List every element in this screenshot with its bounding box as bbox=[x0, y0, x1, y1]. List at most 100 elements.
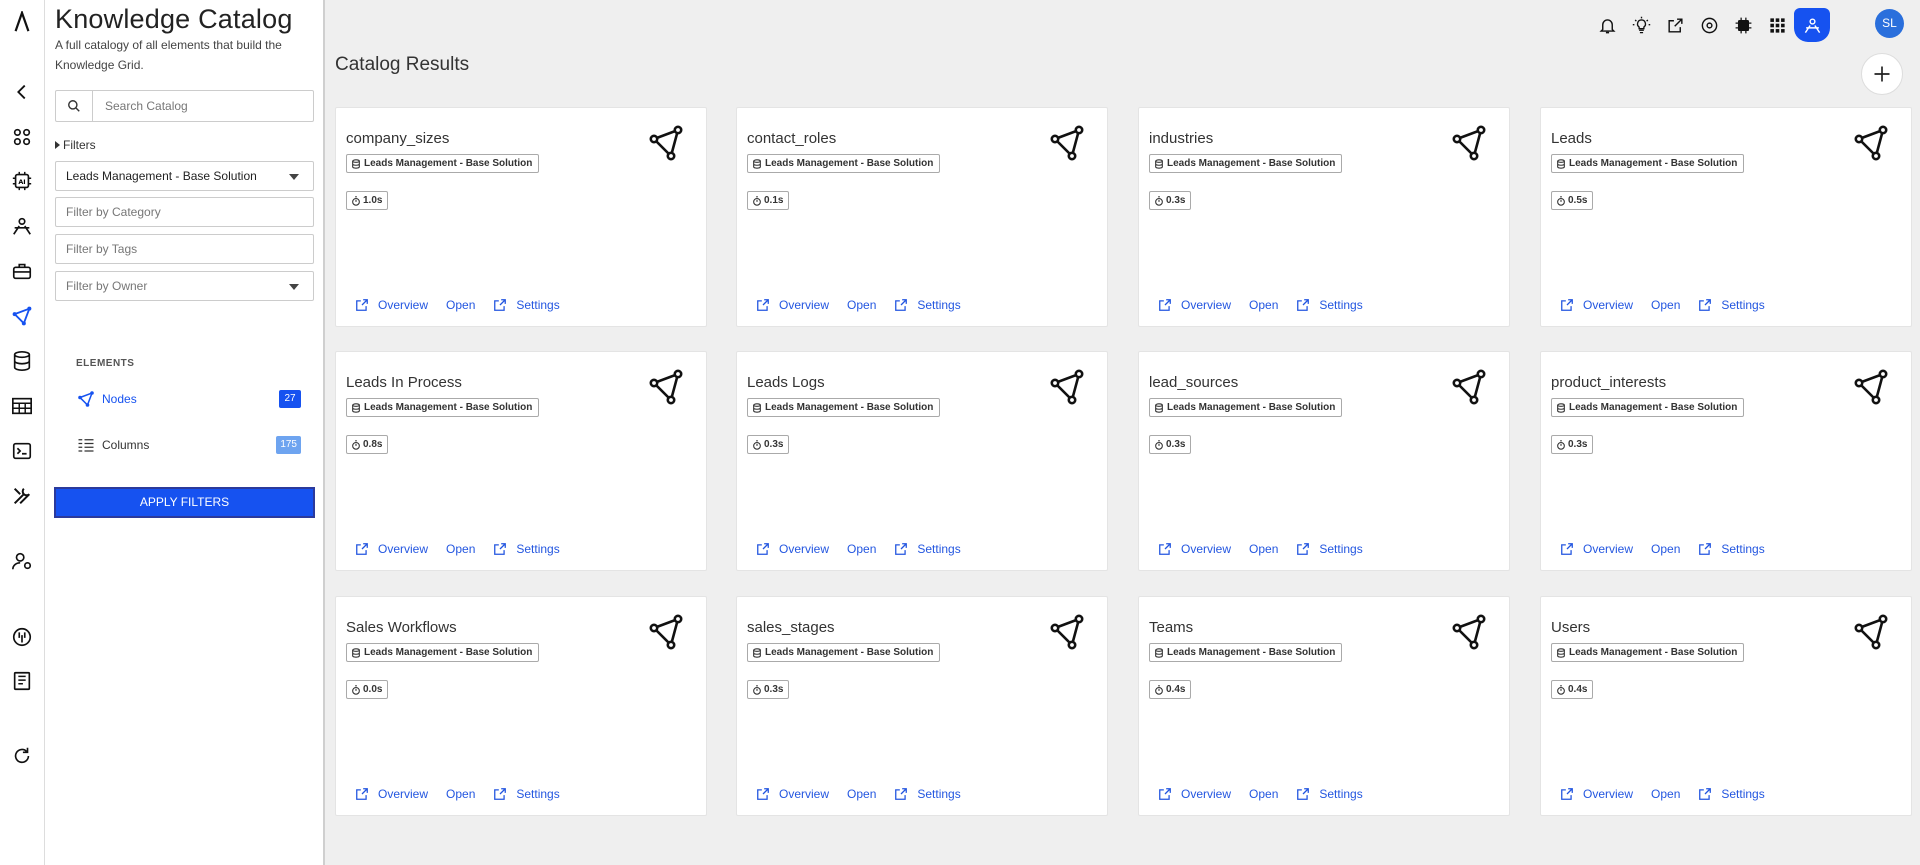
catalog-card[interactable]: Leads In Process Leads Management - Base… bbox=[335, 351, 707, 571]
open-label: Open bbox=[1249, 787, 1279, 801]
card-actions: Overview Open Settings bbox=[355, 542, 578, 556]
logo-icon[interactable] bbox=[9, 9, 35, 35]
toolbox-icon[interactable] bbox=[9, 258, 35, 284]
overview-link[interactable]: Overview bbox=[1158, 542, 1231, 556]
catalog-card[interactable]: Teams Leads Management - Base Solution 0… bbox=[1138, 596, 1510, 816]
overview-link[interactable]: Overview bbox=[355, 787, 428, 801]
overview-link[interactable]: Overview bbox=[1560, 542, 1633, 556]
catalog-card[interactable]: contact_roles Leads Management - Base So… bbox=[736, 107, 1108, 327]
table-icon[interactable] bbox=[9, 393, 35, 419]
settings-link[interactable]: Settings bbox=[894, 787, 961, 801]
database-icon bbox=[1557, 647, 1565, 658]
search-button[interactable] bbox=[56, 91, 93, 121]
open-link[interactable]: Open bbox=[847, 787, 876, 801]
catalog-card[interactable]: Sales Workflows Leads Management - Base … bbox=[335, 596, 707, 816]
apply-filters-button[interactable]: APPLY FILTERS bbox=[54, 487, 315, 518]
open-link[interactable]: Open bbox=[1249, 787, 1278, 801]
support-icon[interactable] bbox=[1692, 8, 1726, 42]
external-link-icon bbox=[1561, 299, 1573, 311]
database-icon[interactable] bbox=[9, 348, 35, 374]
open-link[interactable]: Open bbox=[847, 298, 876, 312]
catalog-card[interactable]: lead_sources Leads Management - Base Sol… bbox=[1138, 351, 1510, 571]
duration-badge: 0.3s bbox=[747, 680, 790, 699]
category-filter-input[interactable]: Filter by Category bbox=[55, 197, 314, 227]
share-icon[interactable] bbox=[1658, 8, 1692, 42]
element-filter-nodes[interactable]: Nodes 27 bbox=[76, 386, 301, 412]
open-link[interactable]: Open bbox=[446, 542, 475, 556]
chevron-down-icon bbox=[289, 174, 299, 180]
open-label: Open bbox=[1651, 298, 1681, 312]
graph-node-icon bbox=[1452, 614, 1486, 650]
open-link[interactable]: Open bbox=[1651, 787, 1680, 801]
settings-link[interactable]: Settings bbox=[1698, 298, 1765, 312]
catalog-card[interactable]: industries Leads Management - Base Solut… bbox=[1138, 107, 1510, 327]
lightbulb-icon[interactable] bbox=[1624, 8, 1658, 42]
avatar[interactable]: SL bbox=[1875, 9, 1904, 38]
external-link-icon bbox=[1699, 543, 1712, 555]
settings-link[interactable]: Settings bbox=[493, 298, 560, 312]
settings-link[interactable]: Settings bbox=[493, 787, 560, 801]
open-link[interactable]: Open bbox=[446, 787, 475, 801]
catalog-card[interactable]: Leads Leads Management - Base Solution 0… bbox=[1540, 107, 1912, 327]
settings-link[interactable]: Settings bbox=[1698, 542, 1765, 556]
owner-select[interactable]: Filter by Owner bbox=[55, 271, 314, 301]
overview-link[interactable]: Overview bbox=[355, 542, 428, 556]
settings-link[interactable]: Settings bbox=[1296, 542, 1363, 556]
overview-link[interactable]: Overview bbox=[756, 542, 829, 556]
open-link[interactable]: Open bbox=[1249, 298, 1278, 312]
overview-link[interactable]: Overview bbox=[1560, 298, 1633, 312]
element-filter-columns[interactable]: Columns 175 bbox=[76, 432, 301, 458]
add-button[interactable] bbox=[1861, 53, 1903, 95]
open-link[interactable]: Open bbox=[1651, 542, 1680, 556]
tools-icon[interactable] bbox=[9, 483, 35, 509]
settings-link[interactable]: Settings bbox=[1296, 298, 1363, 312]
refresh-icon[interactable] bbox=[9, 743, 35, 769]
open-label: Open bbox=[1249, 542, 1279, 556]
open-link[interactable]: Open bbox=[847, 542, 876, 556]
chip-icon[interactable] bbox=[1726, 8, 1760, 42]
database-icon bbox=[1155, 647, 1163, 658]
back-icon[interactable] bbox=[9, 79, 35, 105]
open-link[interactable]: Open bbox=[1249, 542, 1278, 556]
bell-icon[interactable] bbox=[1590, 8, 1624, 42]
settings-link[interactable]: Settings bbox=[493, 542, 560, 556]
compass-icon[interactable] bbox=[9, 624, 35, 650]
overview-link[interactable]: Overview bbox=[1158, 787, 1231, 801]
tags-filter-input[interactable]: Filter by Tags bbox=[55, 234, 314, 264]
settings-link[interactable]: Settings bbox=[1296, 787, 1363, 801]
settings-link[interactable]: Settings bbox=[1698, 787, 1765, 801]
user-active-icon[interactable] bbox=[1794, 8, 1830, 42]
solution-tag-text: Leads Management - Base Solution bbox=[1569, 402, 1738, 413]
filters-toggle[interactable]: Filters bbox=[55, 138, 96, 152]
user-settings-icon[interactable] bbox=[9, 548, 35, 574]
overview-link[interactable]: Overview bbox=[756, 298, 829, 312]
settings-label: Settings bbox=[516, 787, 560, 801]
open-link[interactable]: Open bbox=[446, 298, 475, 312]
solution-select[interactable]: Leads Management - Base Solution bbox=[55, 161, 314, 191]
external-link-icon bbox=[757, 299, 769, 311]
grid-icon[interactable] bbox=[1760, 8, 1794, 42]
search-input[interactable]: Search Catalog bbox=[93, 91, 313, 121]
settings-link[interactable]: Settings bbox=[894, 298, 961, 312]
catalog-card[interactable]: Users Leads Management - Base Solution 0… bbox=[1540, 596, 1912, 816]
ai-chip-icon[interactable]: AI bbox=[9, 168, 35, 194]
plus-icon bbox=[1874, 66, 1890, 82]
book-icon[interactable] bbox=[9, 668, 35, 694]
external-link-icon bbox=[1297, 788, 1310, 800]
apps-icon[interactable] bbox=[9, 124, 35, 150]
settings-link[interactable]: Settings bbox=[894, 542, 961, 556]
people-graph-icon[interactable] bbox=[9, 213, 35, 239]
graph-icon[interactable] bbox=[9, 303, 35, 329]
duration-badge: 0.8s bbox=[346, 435, 389, 454]
open-link[interactable]: Open bbox=[1651, 298, 1680, 312]
catalog-card[interactable]: sales_stages Leads Management - Base Sol… bbox=[736, 596, 1108, 816]
catalog-card[interactable]: company_sizes Leads Management - Base So… bbox=[335, 107, 707, 327]
overview-link[interactable]: Overview bbox=[756, 787, 829, 801]
terminal-icon[interactable] bbox=[9, 438, 35, 464]
overview-link[interactable]: Overview bbox=[1158, 298, 1231, 312]
overview-link[interactable]: Overview bbox=[1560, 787, 1633, 801]
overview-link[interactable]: Overview bbox=[355, 298, 428, 312]
catalog-card[interactable]: product_interests Leads Management - Bas… bbox=[1540, 351, 1912, 571]
stopwatch-icon bbox=[1155, 439, 1163, 450]
catalog-card[interactable]: Leads Logs Leads Management - Base Solut… bbox=[736, 351, 1108, 571]
